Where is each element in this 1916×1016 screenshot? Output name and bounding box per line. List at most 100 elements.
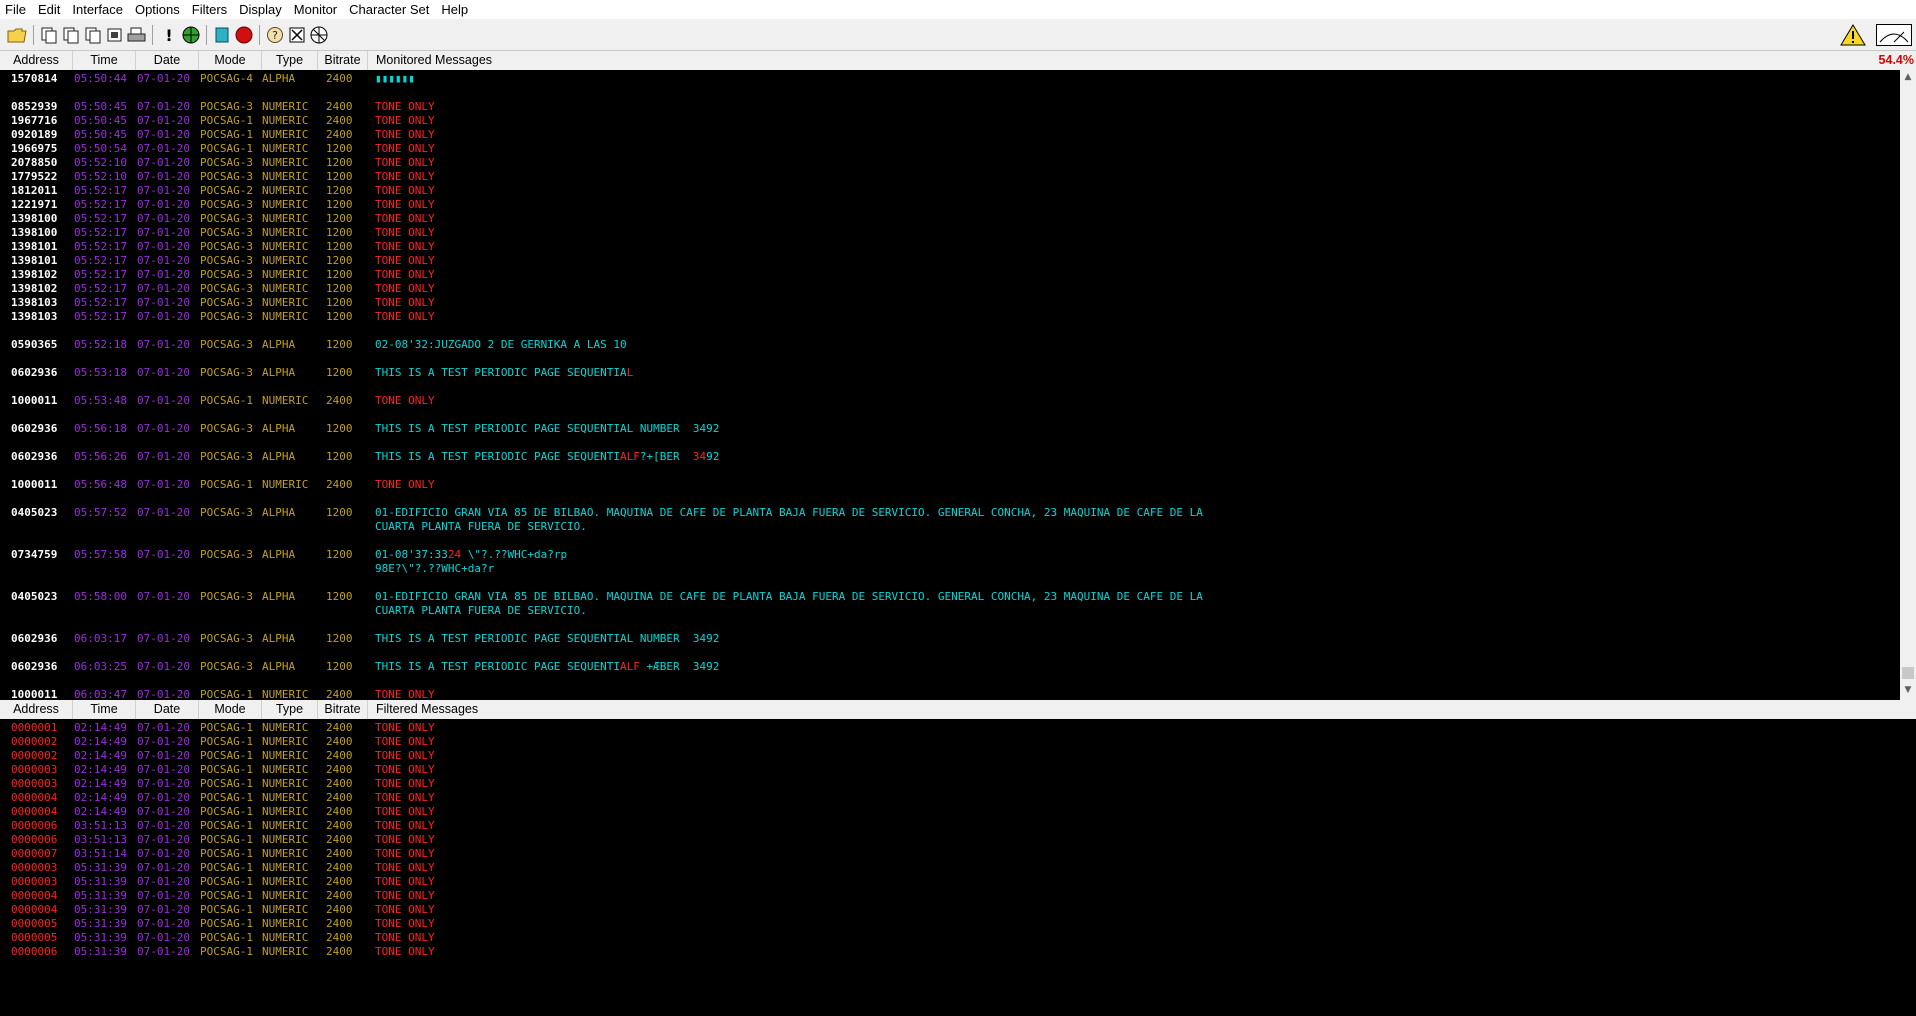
- menu-character-set[interactable]: Character Set: [343, 0, 435, 19]
- col-date[interactable]: Date: [136, 51, 199, 70]
- col-mode[interactable]: Mode: [199, 700, 262, 719]
- cell-type: NUMERIC: [262, 184, 309, 197]
- col-date[interactable]: Date: [136, 700, 199, 719]
- cell-date: 07-01-20: [137, 847, 190, 860]
- cell-date: 07-01-20: [137, 240, 190, 253]
- alert-icon[interactable]: !: [158, 24, 180, 46]
- cell-address: 1779522: [11, 170, 58, 183]
- message-text: 24: [447, 548, 462, 561]
- col-bitrate[interactable]: Bitrate: [318, 700, 368, 719]
- cell-bitrate: 1200: [326, 198, 353, 211]
- menu-options[interactable]: Options: [129, 0, 186, 19]
- message-text: TONE ONLY: [375, 791, 435, 804]
- cell-mode: POCSAG-1: [200, 749, 253, 762]
- menu-filters[interactable]: Filters: [186, 0, 233, 19]
- svg-text:?: ?: [272, 29, 278, 42]
- cell-type: NUMERIC: [262, 847, 309, 860]
- signal-meter-icon: [1876, 24, 1912, 46]
- menu-interface[interactable]: Interface: [66, 0, 129, 19]
- help-icon[interactable]: ?: [264, 24, 286, 46]
- menu-file[interactable]: File: [0, 0, 32, 19]
- monitored-header: Address Time Date Mode Type Bitrate Moni…: [0, 51, 1916, 70]
- cell-time: 05:52:17: [74, 198, 127, 211]
- message-text: TONE ONLY: [375, 763, 435, 776]
- cell-time: 06:03:17: [74, 632, 127, 645]
- print-icon[interactable]: [126, 24, 148, 46]
- cell-address: 0000004: [11, 805, 58, 818]
- message-text: 34: [692, 450, 707, 463]
- cell-time: 03:51:13: [74, 819, 127, 832]
- cell-mode: POCSAG-3: [200, 422, 253, 435]
- cell-time: 02:14:49: [74, 721, 127, 734]
- cell-bitrate: 2400: [326, 903, 353, 916]
- cell-type: NUMERIC: [262, 777, 309, 790]
- message-text: TONE ONLY: [375, 128, 435, 141]
- cell-date: 07-01-20: [137, 338, 190, 351]
- scroll-thumb[interactable]: [1902, 667, 1914, 679]
- cell-mode: POCSAG-3: [200, 366, 253, 379]
- cell-address: 0000001: [11, 721, 58, 734]
- message-text: TONE ONLY: [375, 945, 435, 958]
- scroll-up-icon[interactable]: ▲: [1903, 72, 1913, 82]
- cell-message: TONE ONLY: [375, 114, 435, 128]
- cell-address: 0000007: [11, 847, 58, 860]
- cell-address: 0000006: [11, 945, 58, 958]
- cell-time: 02:14:49: [74, 777, 127, 790]
- clear-icon[interactable]: [104, 24, 126, 46]
- col-filtered-messages[interactable]: Filtered Messages: [368, 700, 1768, 719]
- scroll-down-icon[interactable]: ▼: [1903, 685, 1913, 695]
- record-icon[interactable]: [233, 24, 255, 46]
- close-box-icon[interactable]: [286, 24, 308, 46]
- cell-message: TONE ONLY: [375, 128, 435, 142]
- cell-bitrate: 2400: [326, 847, 353, 860]
- network-icon[interactable]: [308, 24, 330, 46]
- filtered-messages-pane[interactable]: 0000001 02:14:49 07-01-20 POCSAG-1 NUMERIC 24…: [0, 719, 1900, 1016]
- warning-icon[interactable]: [1840, 24, 1866, 46]
- cell-time: 05:53:18: [74, 366, 127, 379]
- menu-display[interactable]: Display: [233, 0, 288, 19]
- cell-bitrate: 1200: [326, 296, 353, 309]
- cell-time: 03:51:14: [74, 847, 127, 860]
- cell-type: NUMERIC: [262, 721, 309, 734]
- cell-time: 06:03:25: [74, 660, 127, 673]
- cell-time: 05:57:52: [74, 506, 127, 519]
- col-address[interactable]: Address: [0, 51, 73, 70]
- menu-help[interactable]: Help: [435, 0, 474, 19]
- col-time[interactable]: Time: [73, 51, 136, 70]
- cell-type: NUMERIC: [262, 688, 309, 700]
- cell-time: 05:52:17: [74, 212, 127, 225]
- cell-address: 0602936: [11, 450, 58, 463]
- copy-icon[interactable]: [38, 24, 60, 46]
- message-text: TONE ONLY: [375, 861, 435, 874]
- copy-all-icon[interactable]: [60, 24, 82, 46]
- paste-icon[interactable]: [82, 24, 104, 46]
- cell-address: 1398103: [11, 310, 58, 323]
- col-mode[interactable]: Mode: [199, 51, 262, 70]
- col-bitrate[interactable]: Bitrate: [318, 51, 368, 70]
- menu-edit[interactable]: Edit: [32, 0, 66, 19]
- cell-time: 05:52:17: [74, 268, 127, 281]
- window-icon[interactable]: [211, 24, 233, 46]
- cell-bitrate: 2400: [326, 833, 353, 846]
- cell-mode: POCSAG-1: [200, 847, 253, 860]
- menu-monitor[interactable]: Monitor: [288, 0, 343, 19]
- col-type[interactable]: Type: [262, 51, 318, 70]
- cell-mode: POCSAG-1: [200, 861, 253, 874]
- col-monitored-messages[interactable]: Monitored Messages: [368, 51, 1768, 70]
- globe-icon[interactable]: [180, 24, 202, 46]
- message-text: TONE ONLY: [375, 212, 435, 225]
- cell-mode: POCSAG-3: [200, 660, 253, 673]
- col-address[interactable]: Address: [0, 700, 73, 719]
- monitored-messages-pane[interactable]: 1570814 05:50:44 07-01-20 POCSAG-4 ALPHA 2400…: [0, 70, 1900, 700]
- cell-bitrate: 2400: [326, 917, 353, 930]
- monitored-scrollbar[interactable]: ▲ ▼: [1900, 70, 1916, 700]
- cell-mode: POCSAG-4: [200, 72, 253, 85]
- message-text: TONE ONLY: [375, 478, 435, 491]
- col-time[interactable]: Time: [73, 700, 136, 719]
- col-type[interactable]: Type: [262, 700, 318, 719]
- open-folder-icon[interactable]: [6, 24, 28, 46]
- message-text: 92: [706, 450, 720, 463]
- message-text: THIS IS A TEST PERIODIC PAGE SEQUENTIAL …: [375, 422, 720, 435]
- message-text: TONE ONLY: [375, 268, 435, 281]
- cell-bitrate: 2400: [326, 945, 353, 958]
